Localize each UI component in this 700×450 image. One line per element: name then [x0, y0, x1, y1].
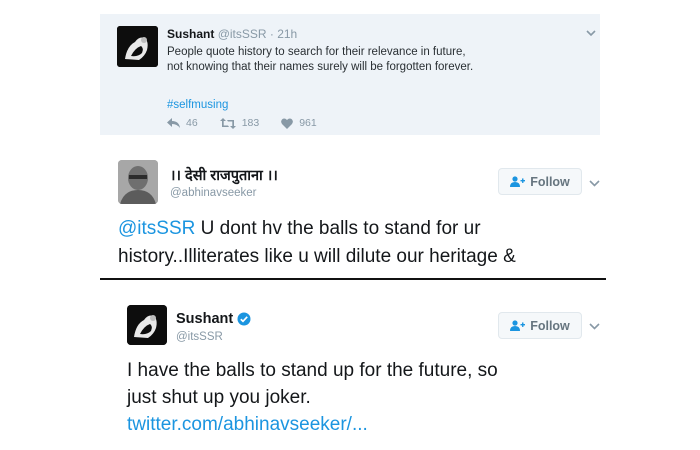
avatar[interactable] [127, 305, 167, 345]
follow-person-icon [510, 320, 526, 331]
chevron-down-icon [588, 179, 600, 187]
handle-and-time[interactable]: @itsSSR · 21h [218, 27, 298, 41]
follow-button[interactable]: Follow [498, 168, 582, 195]
screenshot-divider [100, 278, 606, 280]
avatar[interactable] [118, 160, 158, 204]
avatar[interactable] [117, 26, 158, 67]
tweet-text: People quote history to search for their… [167, 45, 587, 75]
tweet-header: Sushant @itsSSR · 21h [167, 27, 297, 41]
tweet-text: @itsSSR U dont hv the balls to stand for… [118, 215, 606, 271]
retweet-button[interactable]: 183 [219, 117, 260, 129]
tweet-menu-button[interactable] [587, 176, 601, 190]
reply-button[interactable]: 46 [167, 117, 198, 129]
follow-button-label: Follow [530, 174, 570, 189]
follow-person-icon [510, 176, 526, 187]
reply-icon [167, 118, 180, 128]
tweet-actions: 46 183 961 [167, 117, 339, 129]
chevron-down-icon [586, 30, 596, 37]
handle[interactable]: @itsSSR [176, 331, 223, 343]
display-name[interactable]: ।। देसी राजपुताना ।। [170, 165, 278, 185]
follow-button[interactable]: Follow [498, 312, 582, 339]
handle[interactable]: @abhinavseeker [170, 187, 256, 199]
tweet-text-line: just shut up you joker. [127, 387, 311, 408]
tweet-text-line: not knowing that their names surely will… [167, 61, 474, 73]
tweet-link[interactable]: twitter.com/abhinavseeker/... [127, 411, 597, 438]
retweet-count: 183 [241, 117, 260, 129]
like-count: 961 [299, 117, 317, 129]
heart-icon [281, 117, 294, 129]
tweet-text-line: I have the balls to stand up for the fut… [127, 360, 498, 381]
tweet-card-sushant-original[interactable]: Sushant @itsSSR · 21h People quote histo… [100, 14, 600, 135]
display-name-row[interactable]: Sushant [176, 311, 251, 327]
mention-link[interactable]: @itsSSR [118, 218, 195, 239]
tweet-menu-button[interactable] [587, 319, 601, 333]
like-button[interactable]: 961 [281, 117, 317, 129]
verified-badge-icon [237, 312, 251, 326]
display-name[interactable]: Sushant [167, 27, 214, 41]
display-name[interactable]: Sushant [176, 311, 233, 327]
hashtag-link[interactable]: #selfmusing [167, 99, 228, 111]
tweet-text-line: People quote history to search for their… [167, 46, 466, 58]
retweet-icon [219, 117, 236, 129]
tweet-menu-button[interactable] [586, 24, 596, 42]
tweet-text: I have the balls to stand up for the fut… [127, 357, 597, 438]
reply-count: 46 [186, 117, 198, 129]
follow-button-label: Follow [530, 318, 570, 333]
chevron-down-icon [588, 322, 600, 330]
